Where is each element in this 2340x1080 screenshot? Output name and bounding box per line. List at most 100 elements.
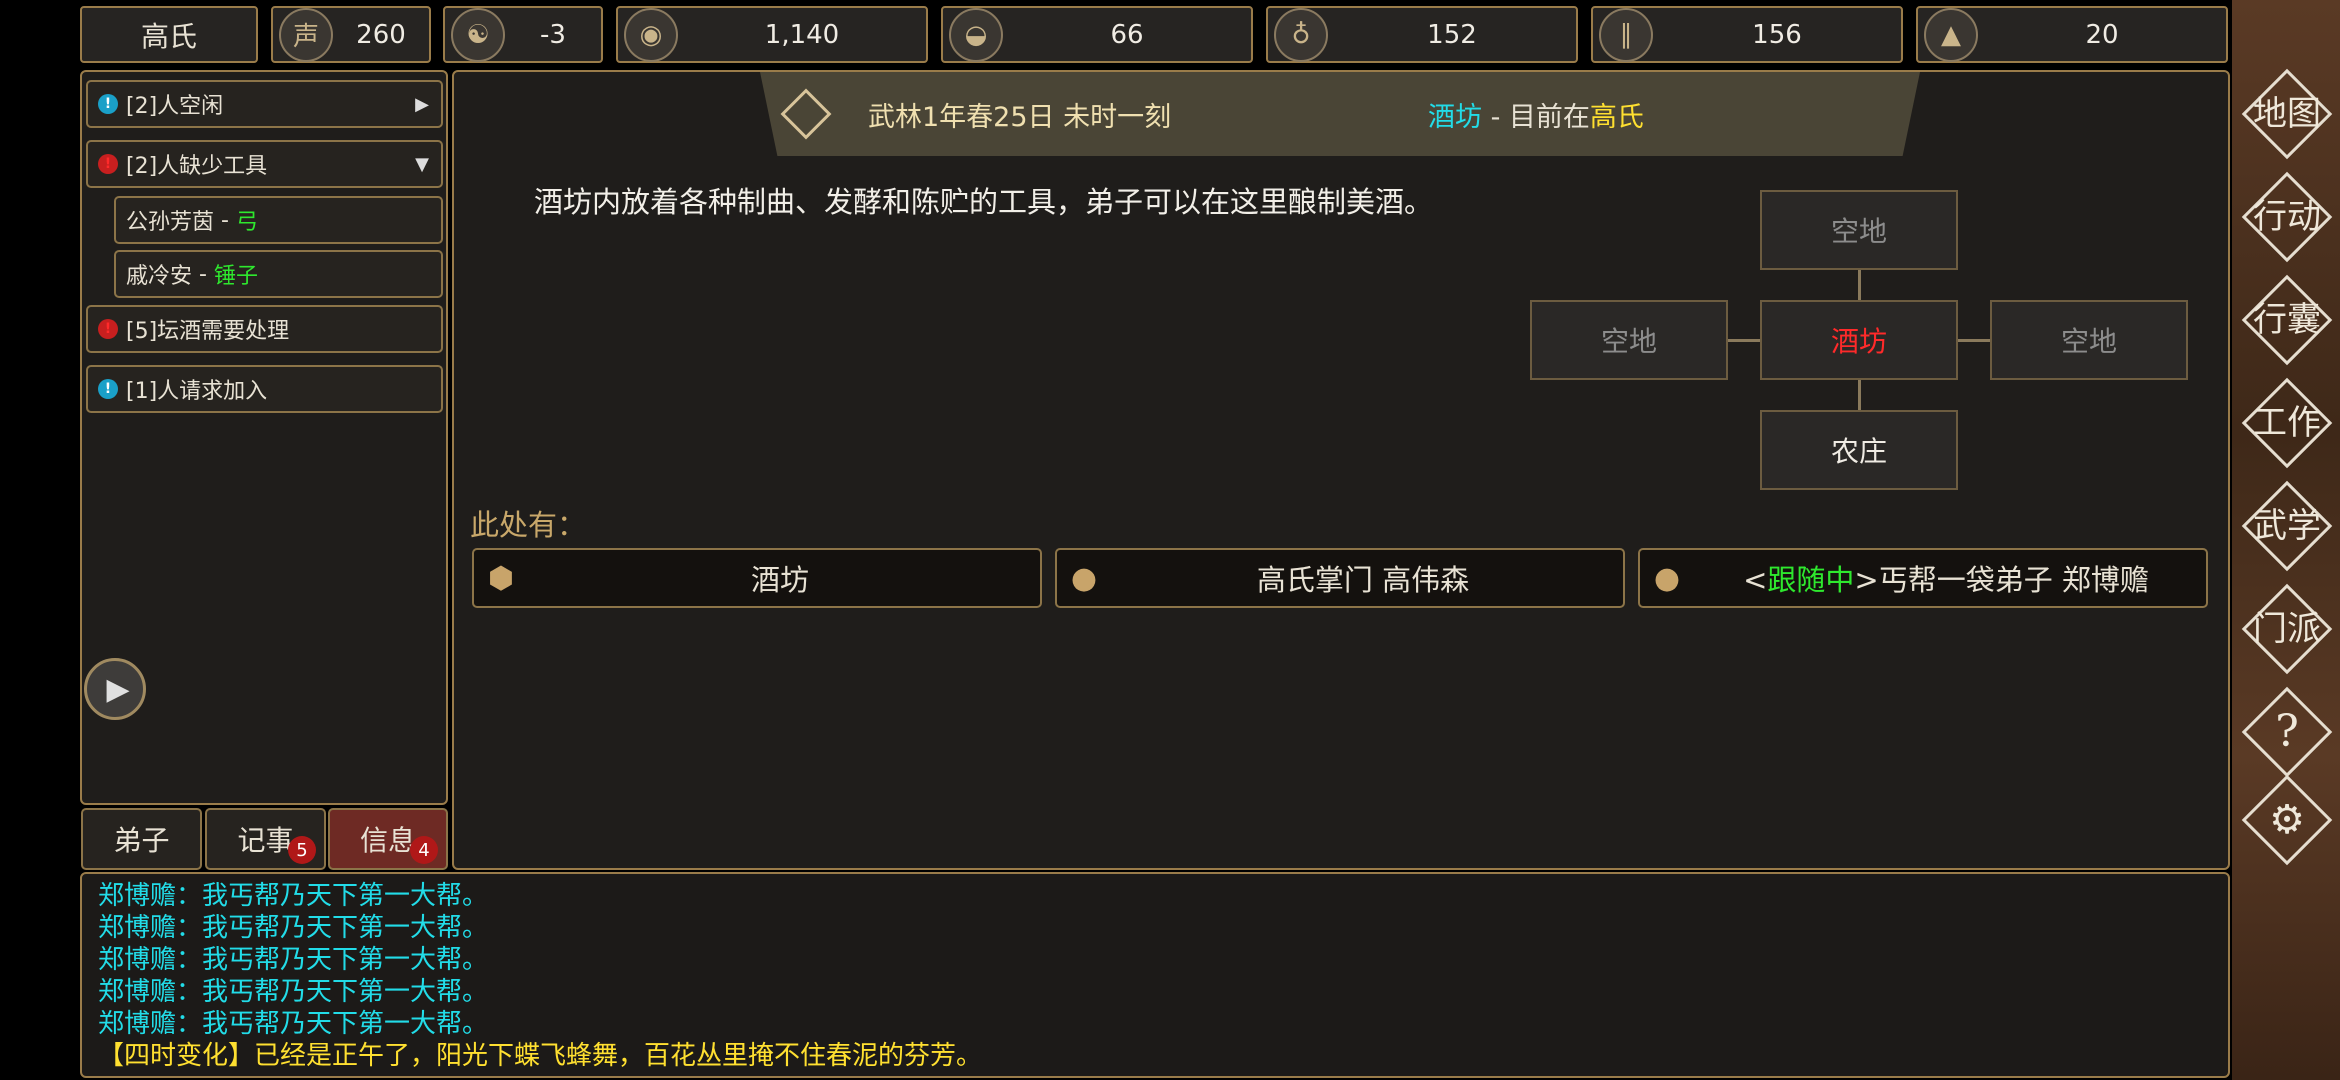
question-icon: ? bbox=[2275, 706, 2299, 757]
alert-text: [2]人缺少工具 bbox=[126, 154, 268, 179]
menu-work-button[interactable]: 工作 bbox=[2241, 377, 2333, 469]
resource-value: -3 bbox=[540, 19, 566, 50]
separator: - bbox=[214, 207, 236, 233]
info-icon: ! bbox=[98, 94, 118, 114]
message-log[interactable]: 郑博赡：我丐帮乃天下第一大帮。 郑博赡：我丐帮乃天下第一大帮。 郑博赡：我丐帮乃… bbox=[80, 872, 2230, 1078]
warning-icon: ! bbox=[98, 154, 118, 174]
bracket-open: < bbox=[1743, 563, 1768, 597]
ore-icon: ▲ bbox=[1924, 7, 1978, 62]
location-description: 酒坊内放着各种制曲、发酵和陈贮的工具，弟子可以在这里酿制美酒。 bbox=[534, 185, 1434, 219]
alert-text: [5]坛酒需要处理 bbox=[126, 319, 290, 344]
tab-disciples[interactable]: 弟子 bbox=[81, 808, 202, 870]
entity-text: 高氏掌门 高伟森 bbox=[1256, 563, 1470, 597]
tool-need-item[interactable]: 戚冷安 - 锤子 bbox=[114, 250, 443, 298]
resource-food[interactable]: ◒ 66 bbox=[941, 6, 1253, 63]
resource-value: 156 bbox=[1752, 19, 1802, 50]
map-node-label: 空地 bbox=[1830, 215, 1887, 248]
menu-label: 工作 bbox=[2253, 403, 2321, 443]
alert-text: [2]人空闲 bbox=[126, 94, 224, 119]
count-badge: 5 bbox=[288, 836, 316, 864]
tab-messages[interactable]: 信息 4 bbox=[328, 808, 448, 870]
wood-icon: ∥ bbox=[1599, 7, 1653, 62]
box-icon: ⬢ bbox=[487, 560, 515, 596]
resource-yinyang[interactable]: ☯ -3 bbox=[443, 6, 603, 63]
resource-money[interactable]: ◉ 1,140 bbox=[616, 6, 928, 63]
menu-label: 地图 bbox=[2253, 94, 2321, 134]
resource-value: 1,140 bbox=[764, 19, 840, 50]
tab-label: 记事 bbox=[237, 824, 294, 857]
resource-value: 260 bbox=[356, 19, 406, 50]
separator: - bbox=[1482, 101, 1509, 133]
location-name: 酒坊 bbox=[1428, 101, 1482, 133]
menu-map-button[interactable]: 地图 bbox=[2241, 68, 2333, 160]
log-line: 郑博赡：我丐帮乃天下第一大帮。 bbox=[98, 977, 489, 1007]
sect-name-tab[interactable]: 高氏 bbox=[80, 6, 258, 63]
log-line: 【四时变化】已经是正午了，阳光下蝶飞蜂舞，百花丛里掩不住春泥的芬芳。 bbox=[98, 1041, 983, 1071]
separator: - bbox=[192, 261, 214, 287]
game-date: 武林1年春25日 未时一刻 bbox=[868, 101, 1172, 133]
resource-wine[interactable]: ♁ 152 bbox=[1266, 6, 1578, 63]
tool-name: 锤子 bbox=[213, 264, 258, 289]
triangle-down-icon: ▼ bbox=[415, 153, 429, 175]
map-node-west[interactable]: 空地 bbox=[1530, 300, 1728, 380]
tool-need-item[interactable]: 公孙芳茵 - 弓 bbox=[114, 196, 443, 244]
log-line: 郑博赡：我丐帮乃天下第一大帮。 bbox=[98, 881, 489, 911]
tab-records[interactable]: 记事 5 bbox=[205, 808, 326, 870]
tab-label: 信息 bbox=[359, 824, 416, 857]
yin-yang-icon: ☯ bbox=[451, 7, 505, 62]
menu-label: 行囊 bbox=[2253, 300, 2321, 340]
food-bowl-icon: ◒ bbox=[949, 7, 1003, 62]
resource-wood[interactable]: ∥ 156 bbox=[1591, 6, 1903, 63]
map-node-south[interactable]: 农庄 bbox=[1760, 410, 1958, 490]
map-node-label: 农庄 bbox=[1830, 435, 1887, 468]
warning-icon: ! bbox=[98, 319, 118, 339]
sect-name: 高氏 bbox=[140, 19, 197, 53]
settings-button[interactable]: ⚙ bbox=[2241, 774, 2333, 866]
play-button[interactable]: ▶ bbox=[84, 658, 146, 720]
entity-text: <跟随中>丐帮一袋弟子 郑博赡 bbox=[1686, 557, 2206, 599]
entity-text: 酒坊 bbox=[750, 563, 809, 597]
location-prefix: 目前在 bbox=[1508, 101, 1590, 133]
prestige-icon: 声 bbox=[279, 7, 333, 62]
info-icon: ! bbox=[98, 379, 118, 399]
header-banner: 武林1年春25日 未时一刻 酒坊 - 目前在高氏 bbox=[760, 72, 1920, 156]
alert-join-request[interactable]: ! [1]人请求加入 bbox=[86, 365, 443, 413]
tab-label: 弟子 bbox=[113, 824, 170, 857]
map-node-label: 空地 bbox=[1600, 325, 1657, 358]
menu-sect-button[interactable]: 门派 bbox=[2241, 583, 2333, 675]
log-line: 郑博赡：我丐帮乃天下第一大帮。 bbox=[98, 913, 489, 943]
map-node-east[interactable]: 空地 bbox=[1990, 300, 2188, 380]
map-node-label: 酒坊 bbox=[1830, 325, 1887, 358]
log-line: 郑博赡：我丐帮乃天下第一大帮。 bbox=[98, 1009, 489, 1039]
map-connector bbox=[1858, 380, 1861, 414]
entity-person-follower[interactable]: ● <跟随中>丐帮一袋弟子 郑博赡 bbox=[1638, 548, 2208, 608]
resource-value: 152 bbox=[1427, 19, 1477, 50]
compass-icon bbox=[780, 88, 832, 140]
follow-status: 跟随中 bbox=[1767, 563, 1855, 597]
alert-wine-jars[interactable]: ! [5]坛酒需要处理 bbox=[86, 305, 443, 353]
entity-person[interactable]: ● 高氏掌门 高伟森 bbox=[1055, 548, 1625, 608]
log-line: 郑博赡：我丐帮乃天下第一大帮。 bbox=[98, 945, 489, 975]
menu-martial-arts-button[interactable]: 武学 bbox=[2241, 480, 2333, 572]
map-connector bbox=[1958, 339, 1992, 342]
map-node-north[interactable]: 空地 bbox=[1760, 190, 1958, 270]
location-status: 酒坊 - 目前在高氏 bbox=[1428, 95, 1644, 134]
gear-icon: ⚙ bbox=[2269, 797, 2305, 843]
menu-action-button[interactable]: 行动 bbox=[2241, 171, 2333, 263]
disciple-name: 戚冷安 bbox=[126, 264, 193, 289]
map-node-current[interactable]: 酒坊 bbox=[1760, 300, 1958, 380]
triangle-right-icon: ▶ bbox=[415, 93, 429, 115]
disciple-name: 公孙芳茵 bbox=[126, 210, 215, 235]
map-connector bbox=[1728, 339, 1762, 342]
resource-ore[interactable]: ▲ 20 bbox=[1916, 6, 2228, 63]
help-button[interactable]: ? bbox=[2241, 686, 2333, 778]
alert-missing-tools[interactable]: ! [2]人缺少工具 ▼ bbox=[86, 140, 443, 188]
here-label: 此处有： bbox=[470, 508, 587, 542]
resource-value: 20 bbox=[2085, 19, 2119, 50]
map-connector bbox=[1858, 268, 1861, 302]
resource-prestige[interactable]: 声 260 bbox=[271, 6, 431, 63]
menu-inventory-button[interactable]: 行囊 bbox=[2241, 274, 2333, 366]
alert-idle[interactable]: ! [2]人空闲 ▶ bbox=[86, 80, 443, 128]
entity-building[interactable]: ⬢ 酒坊 bbox=[472, 548, 1042, 608]
play-icon: ▶ bbox=[106, 671, 130, 707]
